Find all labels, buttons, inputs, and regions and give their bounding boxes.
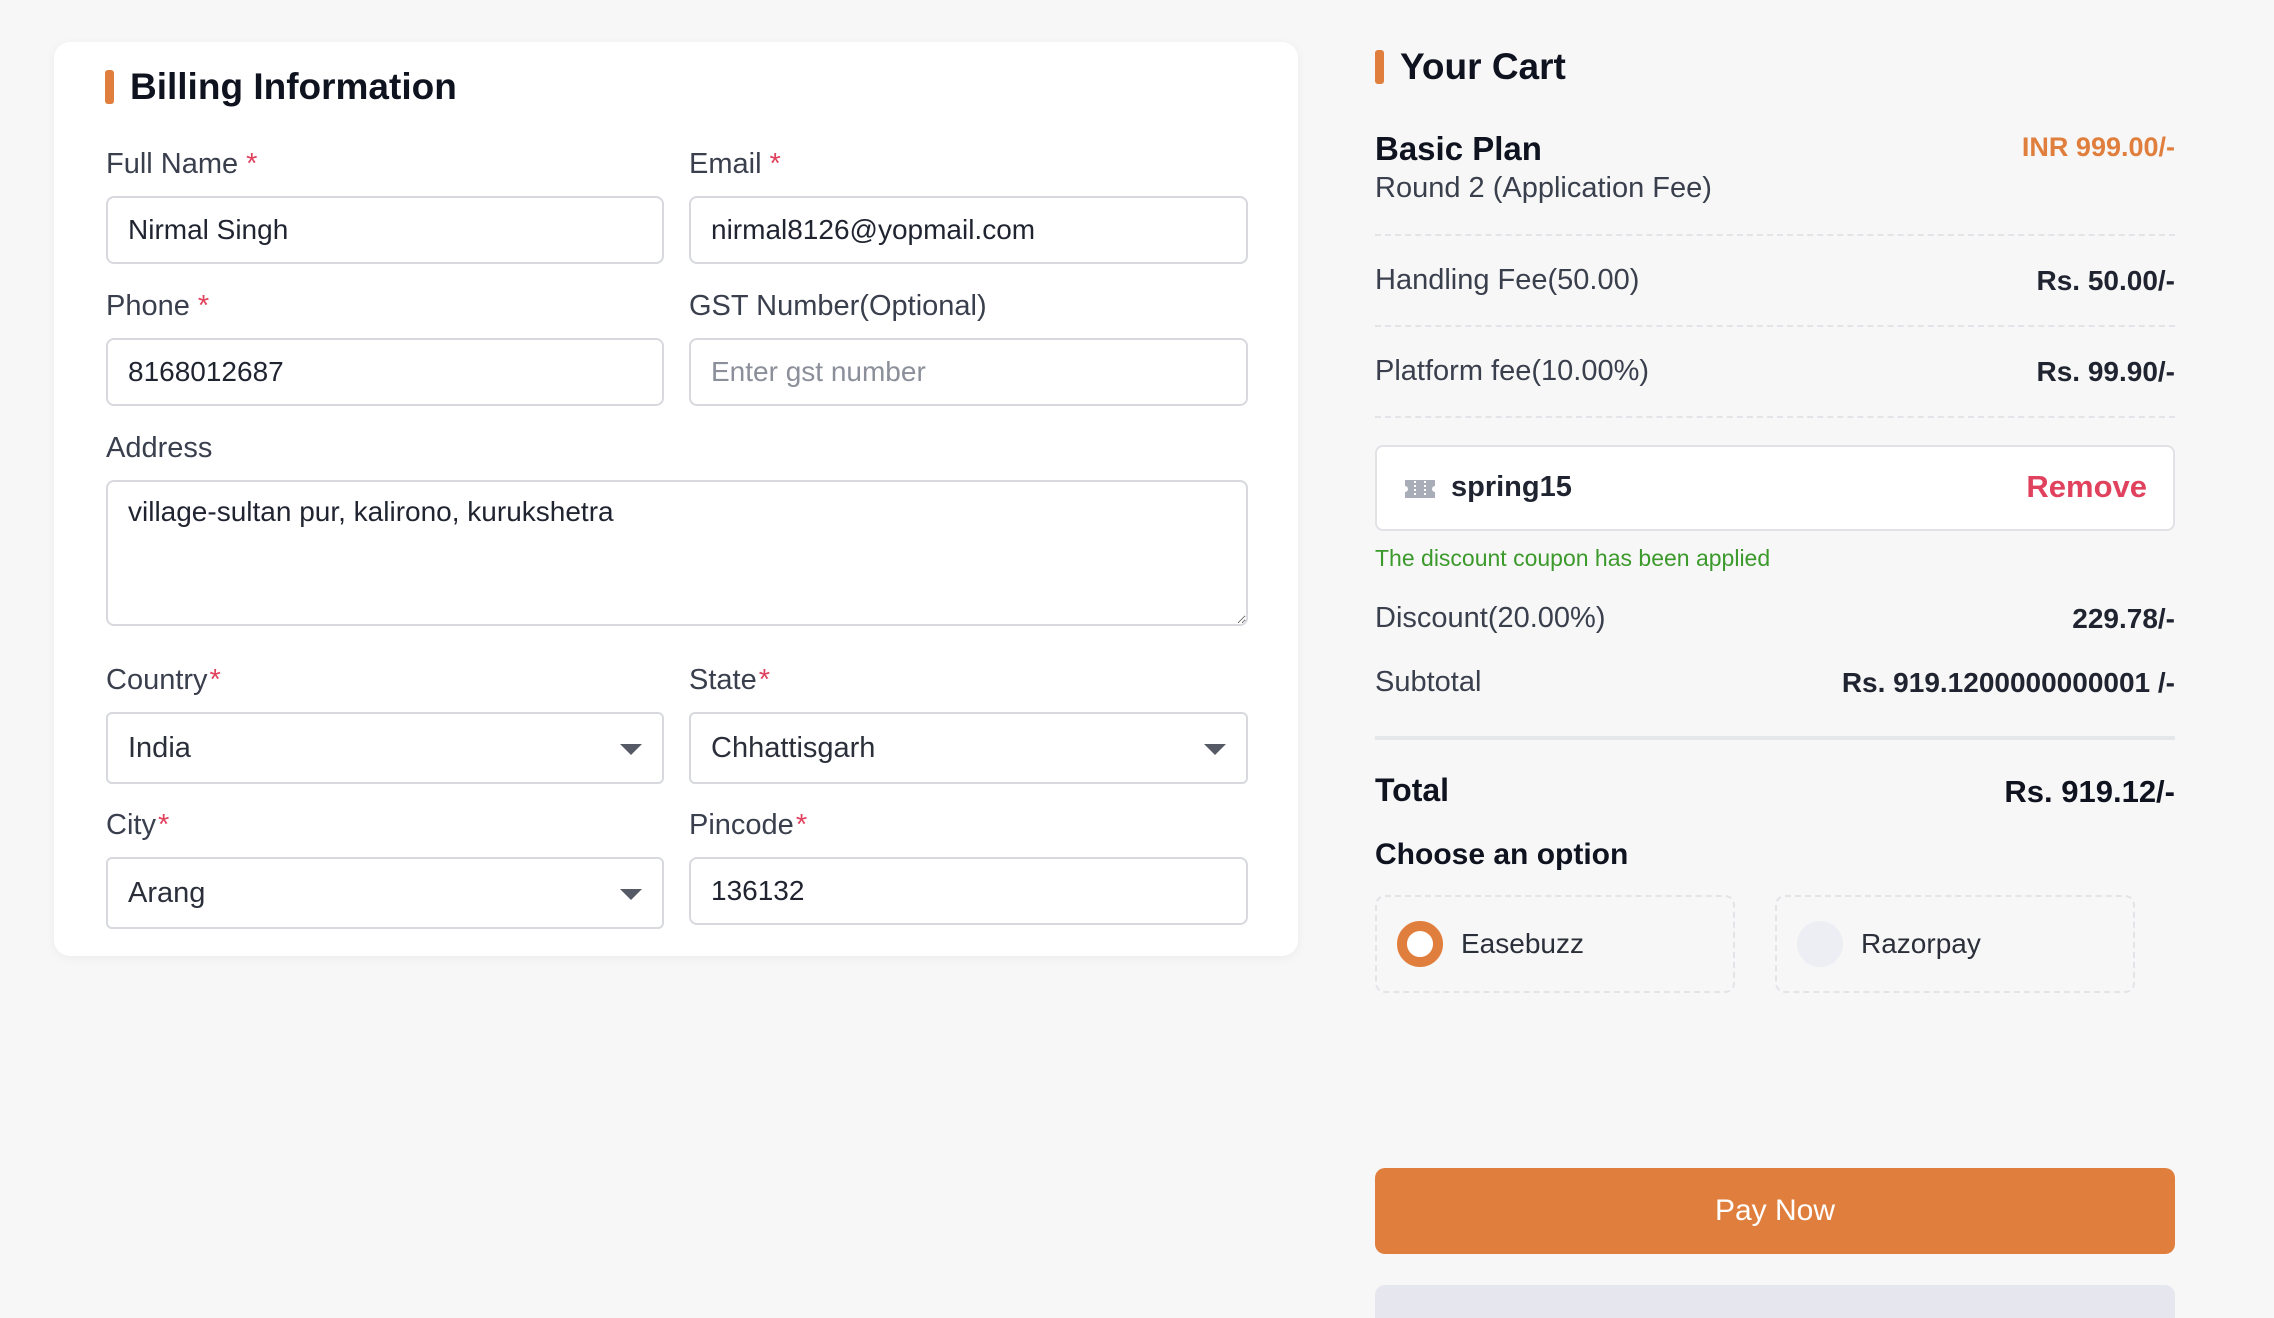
gst-input[interactable]: [689, 338, 1248, 406]
ticket-icon: [1405, 480, 1435, 498]
city-select[interactable]: Arang: [106, 857, 664, 929]
city-label: City *: [106, 809, 170, 841]
radio-checked-icon[interactable]: [1397, 921, 1443, 967]
total-label: Total: [1375, 772, 1450, 808]
phone-label: Phone *: [106, 290, 210, 322]
payment-option-heading: Choose an option: [1375, 838, 1629, 871]
checkout-page: Billing Information Full Name* Email* Ph…: [0, 0, 2274, 1318]
divider: [1375, 325, 2175, 327]
required-mark: *: [246, 148, 258, 180]
billing-card: Billing Information Full Name* Email* Ph…: [54, 42, 1298, 956]
plan-price: INR 999.00/-: [2021, 132, 2175, 162]
cart-panel: Your Cart Basic Plan Round 2 (Applicatio…: [1375, 0, 2175, 1318]
title-accent-bar: [105, 70, 114, 104]
address-label: Address: [106, 432, 213, 464]
required-mark: *: [795, 809, 808, 841]
country-select[interactable]: India: [106, 712, 664, 784]
state-selected-value: Chhattisgarh: [711, 731, 876, 764]
chevron-down-icon: [620, 744, 642, 755]
discount-value: 229.78/-: [2072, 603, 2175, 634]
payment-option-label: Easebuzz: [1461, 928, 1584, 959]
full-name-input[interactable]: [106, 196, 664, 264]
address-textarea[interactable]: village-sultan pur, kalirono, kurukshetr…: [106, 480, 1248, 626]
total-value: Rs. 919.12/-: [2004, 774, 2175, 809]
cart-title: Your Cart: [1375, 46, 1566, 88]
required-mark: *: [197, 290, 210, 322]
country-label: Country *: [106, 664, 221, 696]
coupon-code: spring15: [1451, 471, 1572, 503]
divider: [1375, 234, 2175, 236]
country-selected-value: India: [128, 731, 191, 764]
city-selected-value: Arang: [128, 876, 206, 909]
discount-label: Discount(20.00%): [1375, 602, 1606, 634]
subtotal-value: Rs. 919.1200000000001 /-: [1841, 667, 2175, 698]
title-accent-bar: [1375, 50, 1384, 84]
pincode-label: Pincode *: [689, 809, 808, 841]
handling-fee-value: Rs. 50.00/-: [2036, 265, 2175, 296]
pincode-input[interactable]: [689, 857, 1248, 925]
divider: [1375, 416, 2175, 418]
secondary-button[interactable]: [1375, 1285, 2175, 1318]
email-label: Email *: [689, 148, 781, 180]
coupon-success-message: The discount coupon has been applied: [1375, 545, 1771, 571]
cart-title-text: Your Cart: [1400, 46, 1566, 87]
phone-input[interactable]: [106, 338, 664, 406]
payment-option-razorpay[interactable]: Razorpay: [1775, 895, 2135, 993]
email-input[interactable]: [689, 196, 1248, 264]
radio-unchecked-icon[interactable]: [1797, 921, 1843, 967]
full-name-label: Full Name *: [106, 148, 258, 180]
payment-option-easebuzz[interactable]: Easebuzz: [1375, 895, 1735, 993]
required-mark: *: [157, 809, 170, 841]
subtotal-label: Subtotal: [1375, 666, 1482, 698]
payment-option-label: Razorpay: [1861, 928, 1981, 959]
chevron-down-icon: [1204, 744, 1226, 755]
state-label: State *: [689, 664, 771, 696]
remove-coupon-button[interactable]: Remove: [2026, 469, 2147, 505]
handling-fee-label: Handling Fee(50.00): [1375, 264, 1640, 296]
state-select[interactable]: Chhattisgarh: [689, 712, 1248, 784]
required-mark: *: [209, 664, 221, 696]
plan-name: Basic Plan: [1375, 130, 1542, 167]
required-mark: *: [769, 148, 781, 180]
total-divider: [1375, 736, 2175, 740]
platform-fee-label: Platform fee(10.00%): [1375, 355, 1650, 387]
pay-now-button[interactable]: Pay Now: [1375, 1168, 2175, 1254]
applied-coupon: spring15 Remove: [1375, 445, 2175, 531]
gst-label: GST Number(Optional): [689, 290, 987, 322]
billing-title: Billing Information: [105, 66, 457, 108]
chevron-down-icon: [620, 889, 642, 900]
plan-subtitle: Round 2 (Application Fee): [1375, 172, 1712, 204]
billing-title-text: Billing Information: [130, 66, 457, 107]
platform-fee-value: Rs. 99.90/-: [2036, 356, 2175, 387]
required-mark: *: [758, 664, 771, 696]
